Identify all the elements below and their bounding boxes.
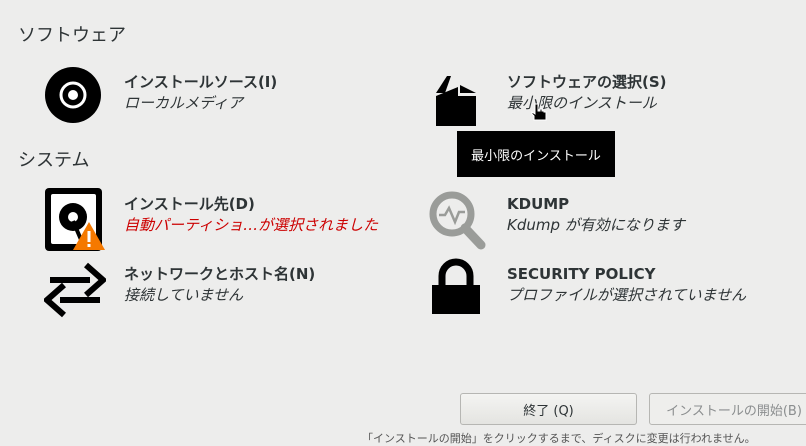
network-title: ネットワークとホスト名(N) [124,265,316,283]
install-destination-title: インストール先(D) [124,195,255,213]
kdump-title: KDUMP [507,195,570,213]
hand-cursor-icon [530,103,548,123]
install-destination-status: 自動パーティショ…が選択されました [124,216,379,234]
security-policy-status: プロファイルが選択されていません [507,286,747,304]
section-title-software: ソフトウェア [18,25,126,46]
package-icon [427,66,487,126]
quit-button[interactable]: 終了 (Q) [460,393,637,425]
begin-installation-button[interactable]: インストールの開始(B) [649,393,806,425]
network-arrows-icon [42,258,108,318]
hard-disk-warning-icon [44,188,105,251]
footer-note: 「インストールの開始」をクリックするまで、ディスクに変更は行われません。 [362,432,756,445]
kdump-magnifier-icon [427,188,487,250]
kdump-status: Kdump が有効になります [507,216,685,234]
section-title-system: システム [18,150,90,171]
install-source-status: ローカルメディア [124,94,243,112]
software-selection-tooltip: 最小限のインストール [457,131,615,177]
optical-disc-icon [44,66,104,126]
install-source-title: インストールソース(I) [124,73,278,91]
security-policy-title: SECURITY POLICY [507,265,656,283]
software-selection-title: ソフトウェアの選択(S) [507,73,667,91]
lock-icon [427,258,487,318]
network-status: 接続していません [124,286,244,304]
